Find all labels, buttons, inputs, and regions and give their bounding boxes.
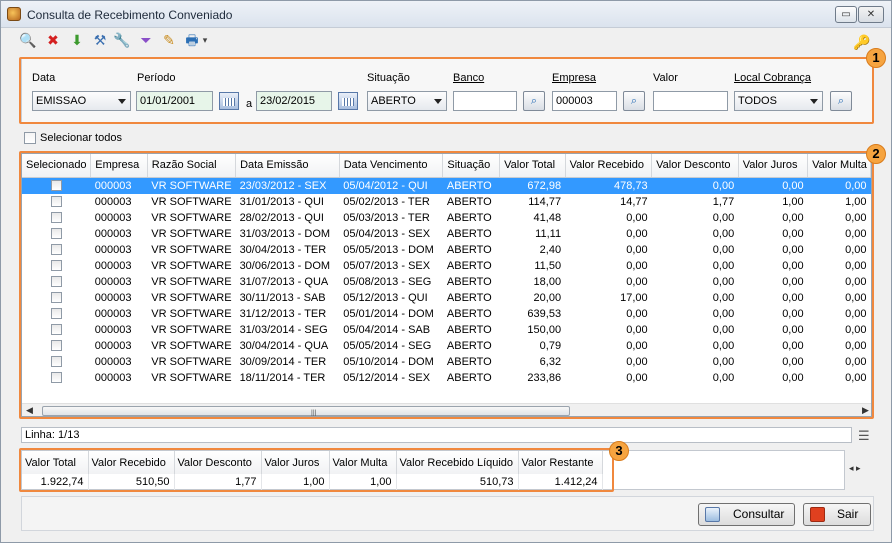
grid-highlight [19, 151, 874, 419]
filter-icon[interactable]: ⏷ [137, 31, 155, 49]
sair-button-label: Sair [837, 507, 859, 521]
totals-nav-icon[interactable]: ◂ ▸ [849, 463, 861, 474]
local-cobranca-label[interactable]: Local Cobrança [734, 72, 811, 84]
consultar-button-label: Consultar [733, 507, 785, 521]
periodo-separator: a [246, 98, 253, 110]
calendar-icon[interactable] [219, 92, 239, 110]
select-all-checkbox[interactable] [24, 132, 36, 144]
badge-3: 3 [609, 441, 629, 461]
valor-input[interactable] [653, 91, 728, 111]
empresa-input[interactable]: 000003 [552, 91, 617, 111]
print-dropdown-icon[interactable]: ▾ [200, 31, 210, 49]
situacao-label: Situação [367, 72, 410, 84]
periodo-start-input[interactable]: 01/01/2001 [136, 91, 213, 111]
calendar-icon[interactable] [338, 92, 358, 110]
periodo-label: Período [137, 72, 176, 84]
delete-icon[interactable]: ✖ [44, 31, 62, 49]
local-cobranca-select-value: TODOS [738, 95, 777, 107]
local-cobranca-select[interactable]: TODOS [734, 91, 823, 111]
magnifier-icon: ⌕ [630, 95, 638, 107]
row-status: Linha: 1/13 [21, 427, 852, 443]
edit-icon[interactable]: ✎ [160, 31, 178, 49]
close-button[interactable]: ✕ [858, 6, 884, 23]
badge-1: 1 [866, 48, 886, 68]
menu-icon[interactable]: ☰ [858, 428, 870, 444]
consultar-button[interactable]: Consultar [698, 503, 795, 526]
chevron-down-icon [810, 99, 818, 104]
banco-search-button[interactable]: ⌕ [523, 91, 545, 111]
window-title: Consulta de Recebimento Conveniado [27, 8, 233, 22]
key-icon[interactable]: 🔑 [853, 33, 871, 51]
wrench-icon[interactable]: 🔧 [113, 31, 131, 49]
print-icon[interactable]: 🖶 [183, 31, 201, 49]
tools-icon[interactable]: ⚒ [91, 31, 109, 49]
magnifier-icon: ⌕ [837, 95, 845, 107]
chevron-down-icon [118, 99, 126, 104]
data-select[interactable]: EMISSAO [32, 91, 131, 111]
search-icon [705, 507, 720, 522]
exit-icon [810, 507, 825, 522]
empresa-search-button[interactable]: ⌕ [623, 91, 645, 111]
data-label: Data [32, 72, 56, 84]
banco-label[interactable]: Banco [453, 72, 484, 84]
select-all-label[interactable]: Selecionar todos [40, 132, 122, 144]
empresa-label[interactable]: Empresa [552, 72, 596, 84]
magnifier-icon: ⌕ [530, 95, 538, 107]
banco-input[interactable] [453, 91, 517, 111]
situacao-select-value: ABERTO [371, 95, 416, 107]
search-icon[interactable]: 🔍 [19, 31, 37, 49]
sair-button[interactable]: Sair [803, 503, 871, 526]
main-window: Consulta de Recebimento Conveniado ▭ ✕ 🔍… [0, 0, 892, 543]
download-icon[interactable]: ⬇ [68, 31, 86, 49]
chevron-down-icon [434, 99, 442, 104]
restore-button[interactable]: ▭ [835, 6, 857, 23]
badge-2: 2 [866, 144, 886, 164]
periodo-end-input[interactable]: 23/02/2015 [256, 91, 332, 111]
local-cobranca-search-button[interactable]: ⌕ [830, 91, 852, 111]
valor-label: Valor [653, 72, 678, 84]
totals-highlight [19, 448, 614, 492]
data-select-value: EMISSAO [36, 95, 87, 107]
title-bar: Consulta de Recebimento Conveniado ▭ ✕ [1, 1, 891, 28]
situacao-select[interactable]: ABERTO [367, 91, 447, 111]
app-icon [7, 7, 21, 21]
